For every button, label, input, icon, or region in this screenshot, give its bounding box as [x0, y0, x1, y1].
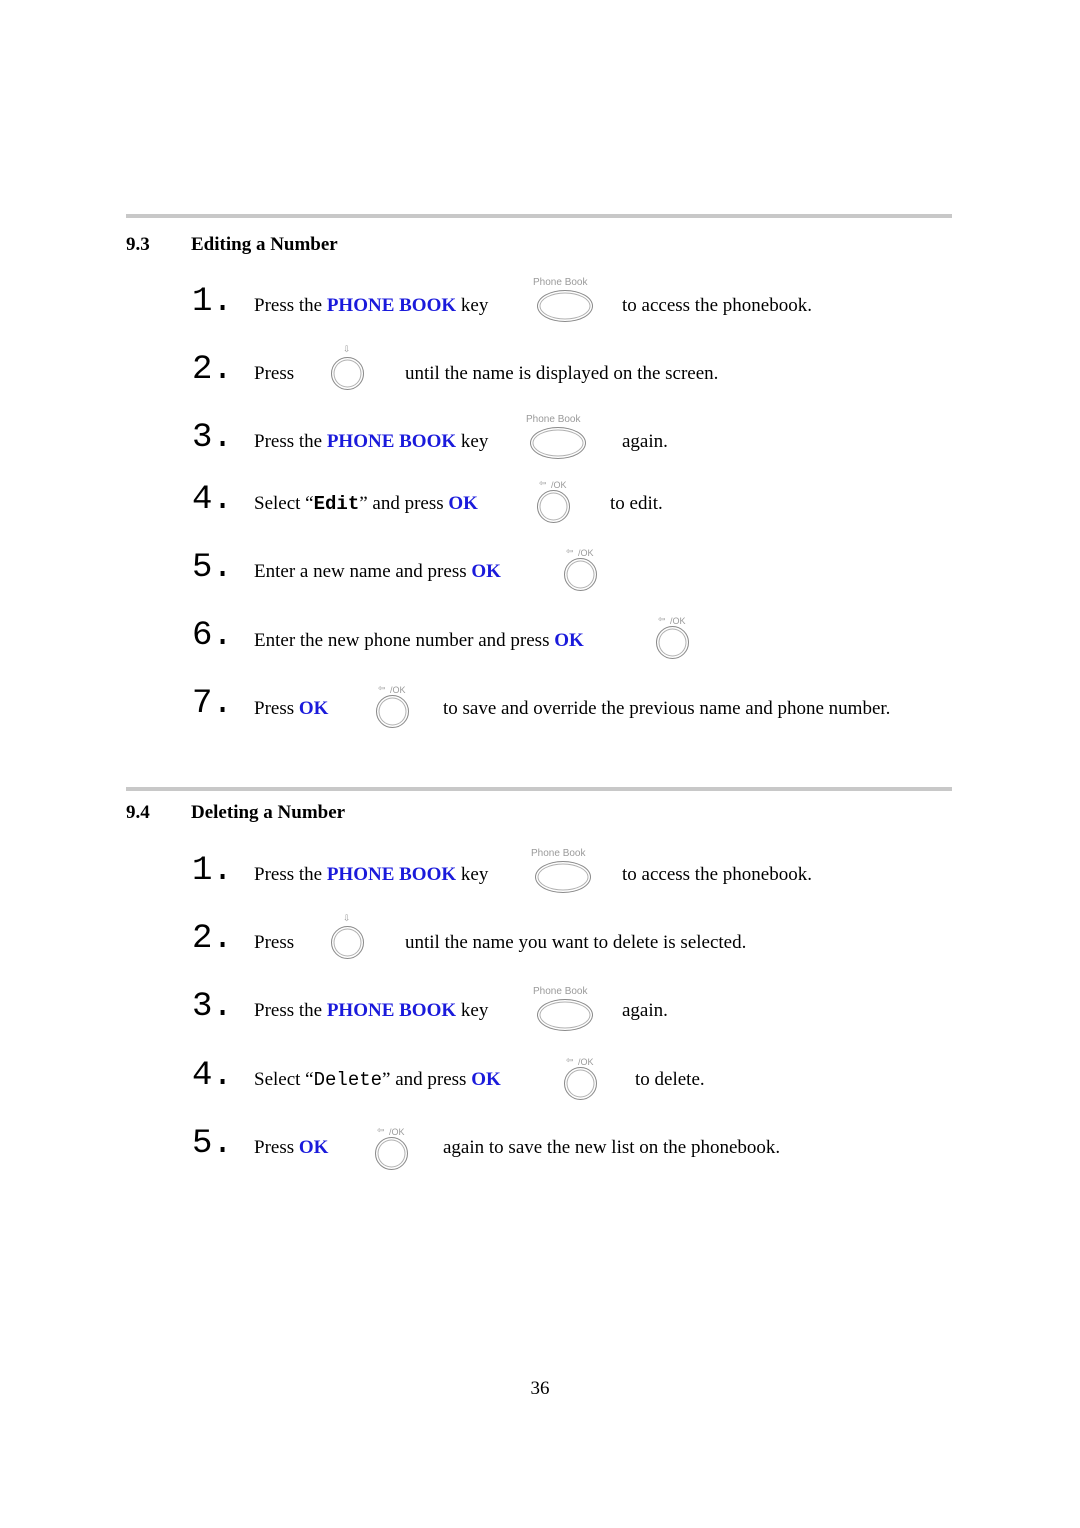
step-text: Press OK [254, 1137, 329, 1158]
step-text: Press the PHONE BOOK key [254, 295, 489, 316]
step-text-after: to access the phonebook. [622, 295, 812, 316]
step-text-after: to edit. [610, 493, 663, 514]
page-number: 36 [530, 1378, 550, 1399]
section-divider [126, 214, 952, 218]
step-text-after: until the name is displayed on the scree… [405, 363, 719, 384]
step-text-after: again to save the new list on the phoneb… [443, 1137, 781, 1158]
section-number: 9.4 [126, 802, 150, 823]
step-number: 2. [192, 920, 233, 958]
step-number: 1. [192, 852, 233, 890]
key-name: OK [471, 1069, 501, 1090]
step-number: 4. [192, 1057, 233, 1095]
step-number: 4. [192, 481, 233, 519]
key-name: OK [471, 561, 501, 582]
key-name: PHONE BOOK [326, 295, 457, 316]
step-number: 7. [192, 685, 233, 723]
step-text: Enter the new phone number and press OK [254, 630, 584, 651]
step-text: Press [254, 932, 295, 953]
step-text: Press the PHONE BOOK key [254, 1000, 489, 1021]
step-text-after: to delete. [635, 1069, 705, 1090]
key-name: OK [554, 630, 584, 651]
step-number: 1. [192, 283, 233, 321]
step-text-after: again. [622, 1000, 668, 1021]
step-text: Press the PHONE BOOK key [254, 864, 489, 885]
step-text-after: to access the phonebook. [622, 864, 812, 885]
step-text-after: again. [622, 431, 668, 452]
key-name: OK [448, 493, 478, 514]
step-number: 5. [192, 549, 233, 587]
step-number: 6. [192, 617, 233, 655]
step-text: Press the PHONE BOOK key [254, 431, 489, 452]
key-name: PHONE BOOK [326, 1000, 457, 1021]
section-title: Deleting a Number [191, 802, 346, 823]
step-text: Press [254, 363, 295, 384]
step-number: 2. [192, 351, 233, 389]
step-number: 3. [192, 988, 233, 1026]
key-name: OK [298, 698, 329, 719]
step-text: Enter a new name and press OK [254, 561, 501, 582]
step-text-after: until the name you want to delete is sel… [405, 932, 747, 953]
step-text: Press OK [254, 698, 329, 719]
step-text: Select “Edit” and press OK [254, 493, 478, 515]
step-number: 3. [192, 419, 233, 457]
section-title: Editing a Number [191, 234, 338, 255]
section-divider [126, 787, 952, 791]
menu-option: Edit [313, 493, 360, 515]
step-text-after: to save and override the previous name a… [443, 698, 891, 719]
key-name: PHONE BOOK [326, 864, 457, 885]
step-text: Select “Delete” and press OK [254, 1069, 501, 1091]
key-name: PHONE BOOK [326, 431, 457, 452]
step-number: 5. [192, 1125, 233, 1163]
menu-option: Delete [313, 1069, 383, 1091]
section-number: 9.3 [126, 234, 150, 255]
key-name: OK [298, 1137, 329, 1158]
